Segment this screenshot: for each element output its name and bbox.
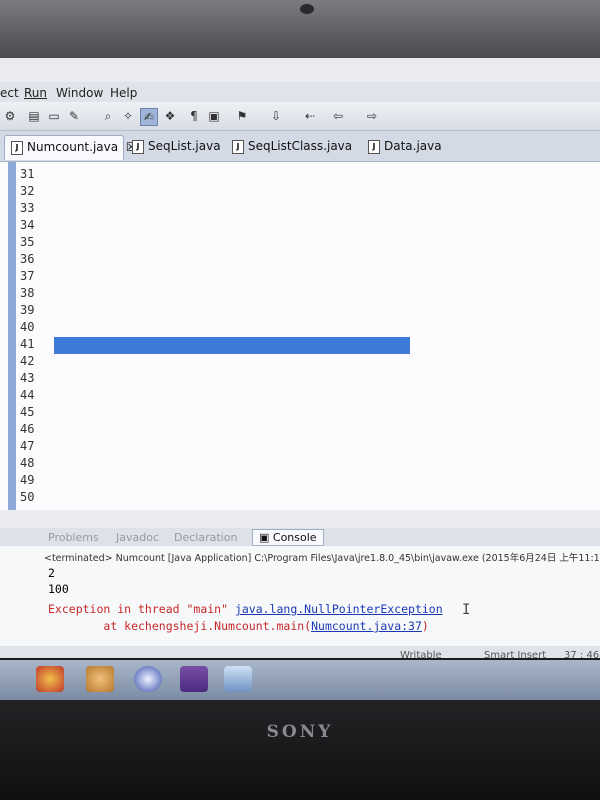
tab-seqlist[interactable]: J SeqList.java	[126, 135, 221, 159]
tab-javadoc[interactable]: Javadoc	[116, 531, 159, 544]
java-file-icon: J	[11, 140, 23, 155]
code-editor[interactable]: 31 32 33 34 35 36 37 38 39 40 41 42 43 4…	[0, 162, 600, 510]
line-number: 34	[20, 218, 35, 232]
java-file-icon: J	[132, 139, 144, 154]
console-icon[interactable]: ▣	[206, 108, 222, 124]
line-number: 40	[20, 320, 35, 334]
current-line-selection	[54, 337, 410, 354]
tab-console[interactable]: ▣ Console	[252, 529, 324, 546]
start-button-icon[interactable]	[36, 666, 64, 692]
line-number: 48	[20, 456, 35, 470]
taskbar-app-icon[interactable]	[86, 666, 114, 692]
eclipse-window: ect Run Window Help ⚙ ▤ ▭ ✎ ⌕ ✧ ✍ ❖ ¶ ▣ …	[0, 58, 600, 658]
line-number: 33	[20, 201, 35, 215]
status-writable: Writable	[400, 650, 442, 658]
search-icon[interactable]: ⌕	[100, 108, 116, 124]
show-whitespace-icon[interactable]: ¶	[186, 108, 202, 124]
menu-run[interactable]: Run	[24, 86, 47, 100]
next-annotation-icon[interactable]: ⇩	[268, 108, 284, 124]
line-number: 44	[20, 388, 35, 402]
console-output[interactable]: <terminated> Numcount [Java Application]…	[0, 546, 600, 646]
line-number: 43	[20, 371, 35, 385]
lightbulb-icon[interactable]: ✧	[120, 108, 136, 124]
line-number: 50	[20, 490, 35, 504]
tab-seqlistclass[interactable]: J SeqListClass.java	[226, 135, 352, 159]
eclipse-taskbar-icon[interactable]	[134, 666, 162, 692]
taskbar-app-icon[interactable]	[224, 666, 252, 692]
menu-window[interactable]: Window	[56, 86, 103, 100]
brand-logo: SONY	[266, 722, 334, 742]
windows-taskbar	[0, 660, 600, 700]
line-number: 47	[20, 439, 35, 453]
line-number: 41	[20, 337, 35, 351]
tab-data[interactable]: J Data.java	[362, 135, 442, 159]
monitor-bezel-top	[0, 0, 600, 58]
console-header: <terminated> Numcount [Java Application]…	[44, 553, 600, 564]
exception-link[interactable]: java.lang.NullPointerException	[235, 602, 443, 616]
block-icon[interactable]: ❖	[162, 108, 178, 124]
editor-tab-bar: JNumcount.java ☒ JSeqList.java JSeqListC…	[0, 131, 600, 162]
line-number: 35	[20, 235, 35, 249]
annotation-icon[interactable]: ⚑	[234, 108, 250, 124]
line-number: 45	[20, 405, 35, 419]
webcam	[300, 4, 314, 14]
line-number: 32	[20, 184, 35, 198]
line-number: 39	[20, 303, 35, 317]
console-icon: ▣	[259, 531, 273, 544]
line-number: 37	[20, 269, 35, 283]
folder-icon[interactable]: ▭	[46, 108, 62, 124]
menu-project[interactable]: ect	[0, 86, 19, 100]
last-edit-icon[interactable]: ⇠	[302, 108, 318, 124]
toolbar: ⚙ ▤ ▭ ✎ ⌕ ✧ ✍ ❖ ¶ ▣ ⚑ ⇩ ⇠ ⇦ ⇨	[0, 102, 600, 131]
line-number: 49	[20, 473, 35, 487]
line-number: 36	[20, 252, 35, 266]
mark-occurrences-icon[interactable]: ✍	[140, 108, 158, 126]
console-line: 100	[48, 582, 69, 596]
open-type-icon[interactable]: ▤	[26, 108, 42, 124]
status-cursor-position: 37 : 46	[564, 650, 600, 658]
line-number: 46	[20, 422, 35, 436]
editor-gutter	[8, 162, 16, 510]
java-file-icon: J	[368, 139, 380, 154]
bottom-panel-tabs: Problems Javadoc Declaration ▣ Console	[0, 528, 600, 546]
monitor-bezel-bottom	[0, 700, 600, 800]
menu-help[interactable]: Help	[110, 86, 137, 100]
stacktrace-line: at kechengsheji.Numcount.main(Numcount.j…	[48, 619, 429, 633]
tab-declaration[interactable]: Declaration	[174, 531, 237, 544]
line-number: 42	[20, 354, 35, 368]
line-number: 38	[20, 286, 35, 300]
status-bar: Writable Smart Insert 37 : 46	[0, 646, 600, 658]
settings-icon[interactable]: ⚙	[2, 108, 18, 124]
console-line: 2	[48, 566, 55, 580]
tab-problems[interactable]: Problems	[48, 531, 99, 544]
menu-bar: ect Run Window Help	[0, 82, 600, 102]
status-insert-mode: Smart Insert	[484, 650, 547, 658]
tool-icon[interactable]: ✎	[66, 108, 82, 124]
tab-numcount[interactable]: JNumcount.java ☒	[4, 135, 137, 160]
taskbar-app-icon[interactable]	[180, 666, 208, 692]
text-cursor-icon: I	[462, 602, 471, 618]
line-number: 31	[20, 167, 35, 181]
back-arrow-icon[interactable]: ⇦	[330, 108, 346, 124]
exception-line: Exception in thread "main" java.lang.Nul…	[48, 602, 443, 616]
java-file-icon: J	[232, 139, 244, 154]
stacktrace-link[interactable]: Numcount.java:37	[311, 619, 422, 633]
forward-arrow-icon[interactable]: ⇨	[364, 108, 380, 124]
